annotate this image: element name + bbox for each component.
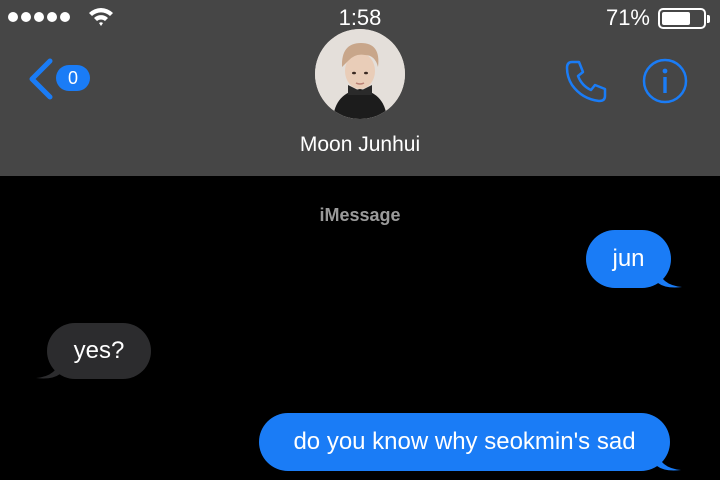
nav-header: 1:58 71% 0 Moon Junhui [0, 0, 720, 176]
info-button[interactable] [640, 56, 690, 106]
bubble-tail [657, 450, 681, 471]
bubble-tail [36, 358, 60, 379]
message-text: do you know why seokmin's sad [293, 428, 636, 455]
info-icon [642, 58, 688, 104]
call-button[interactable] [560, 55, 612, 107]
message-bubble-sent[interactable]: jun [586, 230, 682, 288]
chevron-left-icon [29, 58, 53, 100]
message-text: yes? [73, 337, 125, 364]
contact-photo [315, 29, 405, 119]
contact-name[interactable]: Moon Junhui [0, 133, 720, 157]
back-button[interactable]: 0 [26, 55, 96, 103]
battery-percent: 71% [605, 5, 650, 30]
bubble-tail [658, 267, 682, 288]
unread-count-badge: 0 [56, 65, 90, 91]
message-text: jun [612, 245, 645, 272]
message-bubble-sent[interactable]: do you know why seokmin's sad [259, 413, 681, 471]
message-bubble-received[interactable]: yes? [36, 323, 151, 379]
phone-icon [565, 60, 607, 103]
battery-icon [658, 8, 710, 29]
service-label: iMessage [319, 205, 401, 225]
avatar[interactable] [315, 29, 405, 119]
